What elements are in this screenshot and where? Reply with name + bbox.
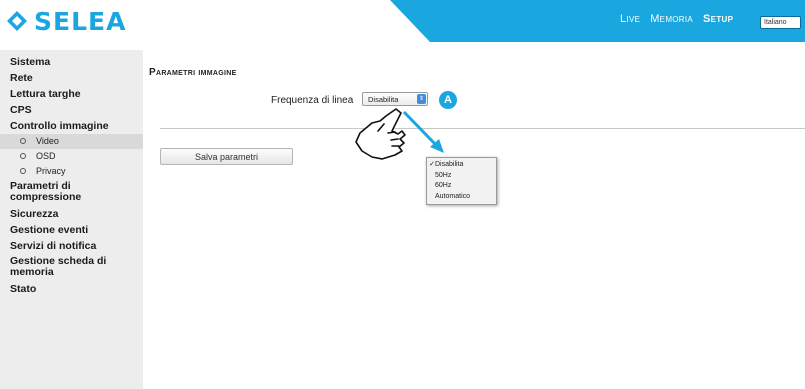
option-label: 50Hz <box>435 171 452 179</box>
nav-setup[interactable]: Setup <box>703 13 733 25</box>
sidebar: Sistema Rete Lettura targhe CPS Controll… <box>0 50 143 389</box>
header: SELEA Live Memoria Setup Italiano <box>0 0 805 42</box>
sidebar-subitem-label: Privacy <box>36 166 66 176</box>
bullet-icon <box>20 152 26 159</box>
sidebar-item-sicurezza[interactable]: Sicurezza <box>0 206 143 222</box>
sidebar-subitem-video[interactable]: Video <box>0 134 143 149</box>
sidebar-item-servizi-notifica[interactable]: Servizi di notifica <box>0 238 143 254</box>
frequency-label: Frequenza di linea <box>271 95 354 106</box>
sidebar-subitem-label: Video <box>36 136 59 146</box>
frequency-select-value: Disabilita <box>368 95 399 104</box>
diamond-logo-icon <box>7 11 27 31</box>
callout-badge: A <box>439 91 457 109</box>
arrow-icon <box>402 110 444 153</box>
page-title: Parametri immagine <box>149 67 237 78</box>
select-arrows-icon: ⇕ <box>417 94 426 104</box>
checkmark-icon: ✓ <box>429 161 435 168</box>
top-nav: Live Memoria Setup <box>620 13 733 25</box>
bullet-icon <box>20 167 26 174</box>
option-label: 60Hz <box>435 182 452 189</box>
option-label: Automatico <box>435 192 471 200</box>
nav-memoria[interactable]: Memoria <box>650 13 693 25</box>
nav-live[interactable]: Live <box>620 13 640 25</box>
sidebar-subitem-osd[interactable]: OSD <box>0 149 143 164</box>
sidebar-item-rete[interactable]: Rete <box>0 70 143 86</box>
selea-logo[interactable]: SELEA <box>6 6 127 36</box>
frequency-select[interactable]: Disabilita ⇕ <box>362 92 428 106</box>
sidebar-item-parametri-compressione[interactable]: Parametri di compressione <box>0 179 143 206</box>
divider <box>160 128 805 129</box>
sidebar-item-gestione-eventi[interactable]: Gestione eventi <box>0 222 143 238</box>
sidebar-subitem-privacy[interactable]: Privacy <box>0 164 143 179</box>
sidebar-subitem-label: OSD <box>36 151 56 161</box>
sidebar-item-lettura-targhe[interactable]: Lettura targhe <box>0 86 143 102</box>
sidebar-item-gestione-scheda-memoria[interactable]: Gestione scheda di memoria <box>0 254 143 281</box>
language-select[interactable]: Italiano <box>760 16 801 29</box>
sidebar-item-sistema[interactable]: Sistema <box>0 54 143 70</box>
dropdown-option-automatico[interactable]: Automatico <box>427 192 496 203</box>
header-blue-band <box>390 0 805 42</box>
frequency-dropdown-menu: ✓ Disabilita 50Hz 60Hz Automatico <box>426 157 497 205</box>
save-parameters-button[interactable]: Salva parametri <box>160 148 293 165</box>
dropdown-option-60hz[interactable]: 60Hz <box>427 181 496 192</box>
sidebar-item-cps[interactable]: CPS <box>0 102 143 118</box>
dropdown-option-disabilita[interactable]: ✓ Disabilita <box>427 160 496 171</box>
sidebar-item-stato[interactable]: Stato <box>0 281 143 297</box>
brand-name: SELEA <box>34 6 127 36</box>
bullet-icon <box>20 137 26 144</box>
dropdown-option-50hz[interactable]: 50Hz <box>427 171 496 182</box>
option-label: Disabilita <box>435 161 464 168</box>
sidebar-item-controllo-immagine[interactable]: Controllo immagine <box>0 118 143 134</box>
pointing-hand-icon <box>355 108 406 160</box>
